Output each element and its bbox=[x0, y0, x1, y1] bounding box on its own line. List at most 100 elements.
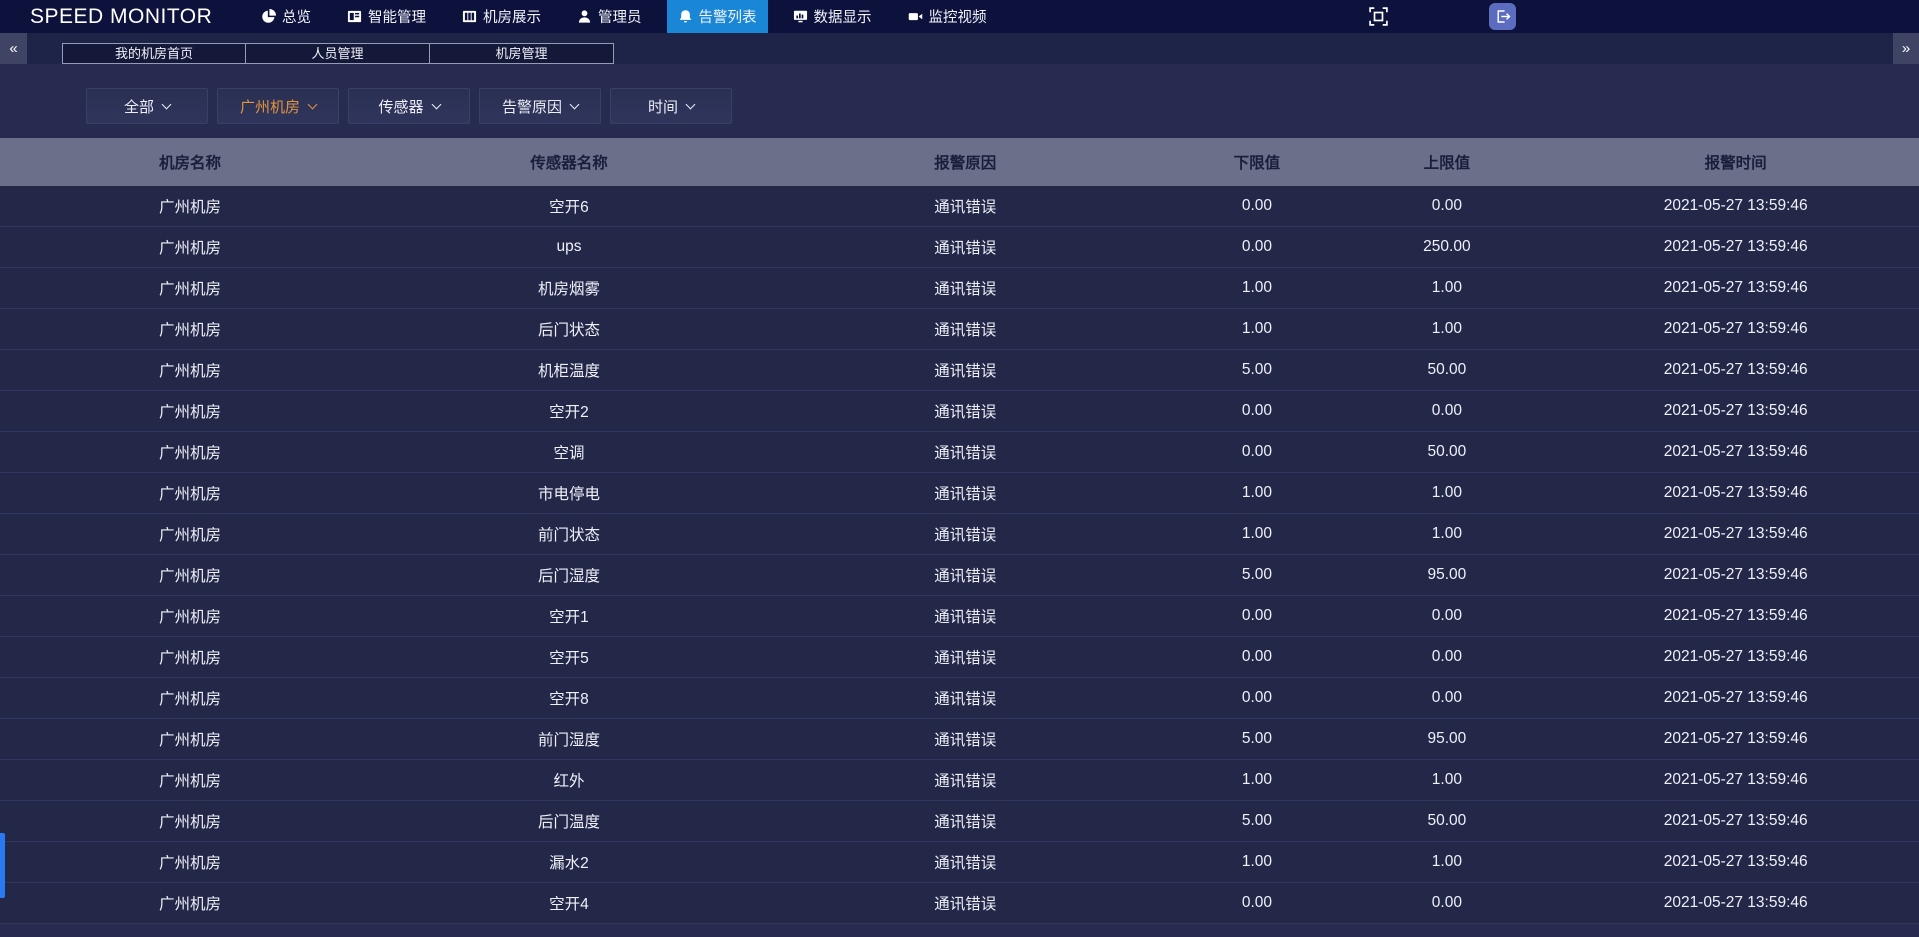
table-row[interactable]: 广州机房 空开5 通讯错误 0.00 0.00 2021-05-27 13:59… bbox=[0, 637, 1919, 678]
cell-room-name: 广州机房 bbox=[0, 646, 380, 668]
column-header: 报警原因 bbox=[758, 151, 1173, 173]
cell-alarm-reason: 通讯错误 bbox=[758, 646, 1173, 668]
nav-item-alarm-list[interactable]: 告警列表 bbox=[667, 0, 768, 33]
cell-lower-limit: 1.00 bbox=[1172, 484, 1341, 502]
table-row[interactable]: 广州机房 后门温度 通讯错误 5.00 50.00 2021-05-27 13:… bbox=[0, 801, 1919, 842]
chevron-down-icon bbox=[162, 100, 172, 110]
user-icon bbox=[577, 9, 592, 24]
cell-sensor-name: 后门温度 bbox=[380, 810, 758, 832]
cell-alarm-reason: 通讯错误 bbox=[758, 359, 1173, 381]
collapse-right-button[interactable]: » bbox=[1893, 33, 1919, 64]
cell-alarm-time: 2021-05-27 13:59:46 bbox=[1552, 279, 1919, 297]
nav-item-overview[interactable]: 总览 bbox=[250, 0, 322, 33]
chevron-down-icon bbox=[308, 100, 318, 110]
filter-dropdown-all[interactable]: 全部 bbox=[86, 88, 208, 124]
filter-dropdown-time[interactable]: 时间 bbox=[610, 88, 732, 124]
table-row[interactable]: 广州机房 ups 通讯错误 0.00 250.00 2021-05-27 13:… bbox=[0, 227, 1919, 268]
cell-room-name: 广州机房 bbox=[0, 605, 380, 627]
nav-item-monitor-video[interactable]: 监控视频 bbox=[897, 0, 998, 33]
cell-alarm-time: 2021-05-27 13:59:46 bbox=[1552, 894, 1919, 912]
cell-sensor-name: 空开5 bbox=[380, 646, 758, 668]
cell-sensor-name: 空开2 bbox=[380, 400, 758, 422]
table-row[interactable]: 广州机房 后门状态 通讯错误 1.00 1.00 2021-05-27 13:5… bbox=[0, 309, 1919, 350]
table-row[interactable]: 广州机房 空开4 通讯错误 0.00 0.00 2021-05-27 13:59… bbox=[0, 883, 1919, 924]
cell-alarm-time: 2021-05-27 13:59:46 bbox=[1552, 771, 1919, 789]
cell-upper-limit: 0.00 bbox=[1341, 607, 1552, 625]
cell-room-name: 广州机房 bbox=[0, 810, 380, 832]
table-row[interactable]: 广州机房 漏水2 通讯错误 1.00 1.00 2021-05-27 13:59… bbox=[0, 842, 1919, 883]
cell-upper-limit: 1.00 bbox=[1341, 320, 1552, 338]
table-row[interactable]: 广州机房 空开1 通讯错误 0.00 0.00 2021-05-27 13:59… bbox=[0, 596, 1919, 637]
cell-alarm-reason: 通讯错误 bbox=[758, 236, 1173, 258]
cell-alarm-reason: 通讯错误 bbox=[758, 523, 1173, 545]
chevron-double-right-icon: » bbox=[1902, 40, 1910, 57]
table-row[interactable]: 广州机房 红外 通讯错误 1.00 1.00 2021-05-27 13:59:… bbox=[0, 760, 1919, 801]
cell-room-name: 广州机房 bbox=[0, 195, 380, 217]
table-row[interactable]: 广州机房 空开6 通讯错误 0.00 0.00 2021-05-27 13:59… bbox=[0, 186, 1919, 227]
tab-my-room-home[interactable]: 我的机房首页 bbox=[62, 43, 246, 64]
side-panel-handle[interactable] bbox=[0, 833, 5, 898]
table-row[interactable]: 广州机房 机柜温度 通讯错误 5.00 50.00 2021-05-27 13:… bbox=[0, 350, 1919, 391]
table-row[interactable]: 广州机房 后门湿度 通讯错误 5.00 95.00 2021-05-27 13:… bbox=[0, 555, 1919, 596]
cell-sensor-name: 前门状态 bbox=[380, 523, 758, 545]
table-row[interactable]: 广州机房 前门状态 通讯错误 1.00 1.00 2021-05-27 13:5… bbox=[0, 514, 1919, 555]
table-row[interactable]: 广州机房 空开2 通讯错误 0.00 0.00 2021-05-27 13:59… bbox=[0, 391, 1919, 432]
cell-upper-limit: 1.00 bbox=[1341, 771, 1552, 789]
filter-dropdown-sensor[interactable]: 传感器 bbox=[348, 88, 470, 124]
tab-personnel-management[interactable]: 人员管理 bbox=[246, 43, 430, 64]
cell-room-name: 广州机房 bbox=[0, 482, 380, 504]
nav-item-administrator[interactable]: 管理员 bbox=[566, 0, 653, 33]
cell-upper-limit: 1.00 bbox=[1341, 279, 1552, 297]
monitor-icon bbox=[793, 9, 808, 24]
cell-room-name: 广州机房 bbox=[0, 892, 380, 914]
table-row[interactable]: 广州机房 空开8 通讯错误 0.00 0.00 2021-05-27 13:59… bbox=[0, 678, 1919, 719]
panel-icon bbox=[347, 9, 362, 24]
cell-sensor-name: 机柜温度 bbox=[380, 359, 758, 381]
logout-icon bbox=[1494, 8, 1511, 25]
cell-room-name: 广州机房 bbox=[0, 359, 380, 381]
nav-item-data-display[interactable]: 数据显示 bbox=[782, 0, 883, 33]
cell-alarm-time: 2021-05-27 13:59:46 bbox=[1552, 320, 1919, 338]
cell-alarm-reason: 通讯错误 bbox=[758, 441, 1173, 463]
collapse-left-button[interactable]: « bbox=[0, 33, 27, 64]
cell-room-name: 广州机房 bbox=[0, 441, 380, 463]
cell-alarm-reason: 通讯错误 bbox=[758, 195, 1173, 217]
cell-upper-limit: 50.00 bbox=[1341, 812, 1552, 830]
chevron-down-icon bbox=[686, 100, 696, 110]
alarm-table: 机房名称 传感器名称 报警原因 下限值 上限值 报警时间 广州机房 空开6 通讯… bbox=[0, 138, 1919, 924]
cell-upper-limit: 95.00 bbox=[1341, 566, 1552, 584]
chevron-down-icon bbox=[431, 100, 441, 110]
filter-dropdown-guangzhou-room[interactable]: 广州机房 bbox=[217, 88, 339, 124]
table-row[interactable]: 广州机房 空调 通讯错误 0.00 50.00 2021-05-27 13:59… bbox=[0, 432, 1919, 473]
table-row[interactable]: 广州机房 机房烟雾 通讯错误 1.00 1.00 2021-05-27 13:5… bbox=[0, 268, 1919, 309]
cell-lower-limit: 0.00 bbox=[1172, 894, 1341, 912]
tab-room-management[interactable]: 机房管理 bbox=[430, 43, 614, 64]
nav-item-room-display[interactable]: 机房展示 bbox=[451, 0, 552, 33]
cell-lower-limit: 0.00 bbox=[1172, 607, 1341, 625]
cell-lower-limit: 5.00 bbox=[1172, 730, 1341, 748]
cell-sensor-name: 红外 bbox=[380, 769, 758, 791]
table-row[interactable]: 广州机房 前门湿度 通讯错误 5.00 95.00 2021-05-27 13:… bbox=[0, 719, 1919, 760]
table-row[interactable]: 广州机房 市电停电 通讯错误 1.00 1.00 2021-05-27 13:5… bbox=[0, 473, 1919, 514]
cell-alarm-time: 2021-05-27 13:59:46 bbox=[1552, 730, 1919, 748]
cell-alarm-time: 2021-05-27 13:59:46 bbox=[1552, 689, 1919, 707]
app-logo: SPEED MONITOR bbox=[0, 5, 250, 29]
cell-lower-limit: 5.00 bbox=[1172, 566, 1341, 584]
cell-upper-limit: 50.00 bbox=[1341, 443, 1552, 461]
cell-alarm-reason: 通讯错误 bbox=[758, 892, 1173, 914]
nav-item-smart-management[interactable]: 智能管理 bbox=[336, 0, 437, 33]
table-body: 广州机房 空开6 通讯错误 0.00 0.00 2021-05-27 13:59… bbox=[0, 186, 1919, 924]
logout-button[interactable] bbox=[1489, 3, 1516, 30]
cell-upper-limit: 0.00 bbox=[1341, 689, 1552, 707]
column-header: 下限值 bbox=[1172, 151, 1341, 173]
cell-alarm-reason: 通讯错误 bbox=[758, 851, 1173, 873]
cell-room-name: 广州机房 bbox=[0, 769, 380, 791]
cell-upper-limit: 0.00 bbox=[1341, 648, 1552, 666]
fullscreen-icon[interactable] bbox=[1368, 6, 1389, 27]
cell-sensor-name: 空开6 bbox=[380, 195, 758, 217]
cell-alarm-reason: 通讯错误 bbox=[758, 728, 1173, 750]
cell-lower-limit: 1.00 bbox=[1172, 771, 1341, 789]
open-page-tabs: 我的机房首页 人员管理 机房管理 bbox=[62, 43, 614, 64]
filter-dropdown-alarm-reason[interactable]: 告警原因 bbox=[479, 88, 601, 124]
cell-lower-limit: 0.00 bbox=[1172, 402, 1341, 420]
